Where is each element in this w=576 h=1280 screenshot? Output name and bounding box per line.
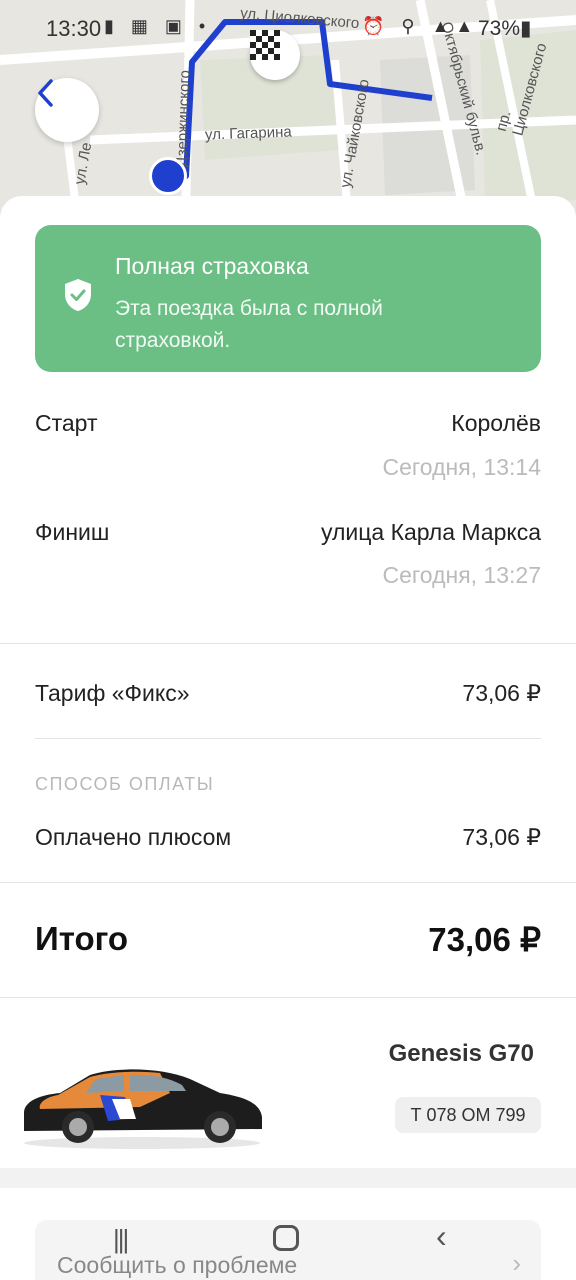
status-notification-icons: ▮ ▦ ▣ •: [104, 16, 212, 36]
street-label-gagarina: ул. Гагарина: [204, 123, 292, 144]
status-bar: 13:30 ▮ ▦ ▣ • ⏰ ⚲ ▲▲ 73%▮: [0, 0, 576, 56]
trip-details-sheet: Полная страховка Эта поездка была с полн…: [0, 196, 576, 1280]
row-divider: [35, 738, 541, 739]
payment-method-caption: СПОСОБ ОПЛАТЫ: [35, 774, 215, 794]
car-model: Genesis G70: [388, 1040, 534, 1067]
section-separator: [0, 1168, 576, 1188]
section-divider: [0, 882, 576, 883]
recent-apps-icon[interactable]: |||: [113, 1224, 129, 1255]
system-navigation-bar: ||| ‹: [0, 1216, 576, 1280]
status-time: 13:30: [46, 16, 102, 41]
finish-label: Финиш: [35, 519, 110, 545]
total-value: 73,06 ₽: [428, 921, 541, 958]
car-image: [24, 1069, 262, 1149]
start-label: Старт: [35, 410, 98, 436]
street-label-dzerzhinskogo: Дзержинского: [173, 69, 194, 168]
insurance-description: Эта поездка была с полной страховкой.: [115, 297, 383, 352]
start-time: Сегодня, 13:14: [382, 454, 541, 480]
home-icon[interactable]: [273, 1225, 299, 1251]
section-divider: [0, 643, 576, 644]
finish-time: Сегодня, 13:27: [382, 562, 541, 588]
payment-label: Оплачено плюсом: [35, 824, 232, 850]
start-place: Королёв: [451, 410, 541, 436]
shield-check-icon: [65, 279, 91, 311]
chevron-left-icon: [38, 79, 53, 107]
battery-indicator: 73%▮: [478, 17, 532, 40]
license-plate: Т 078 ОМ 799: [395, 1097, 541, 1133]
total-label: Итого: [35, 920, 129, 957]
back-button[interactable]: [35, 78, 99, 142]
insurance-banner[interactable]: Полная страховка Эта поездка была с полн…: [35, 225, 541, 372]
status-system-icons: ⏰ ⚲ ▲▲: [362, 16, 480, 36]
tariff-label: Тариф «Фикс»: [35, 680, 190, 706]
start-point-marker[interactable]: [149, 157, 187, 195]
finish-place: улица Карла Маркса: [320, 519, 541, 545]
payment-value: 73,06 ₽: [462, 824, 541, 850]
insurance-title: Полная страховка: [115, 253, 309, 279]
tariff-value: 73,06 ₽: [462, 680, 541, 706]
nav-back-icon[interactable]: ‹: [436, 1218, 447, 1255]
section-divider: [0, 997, 576, 998]
